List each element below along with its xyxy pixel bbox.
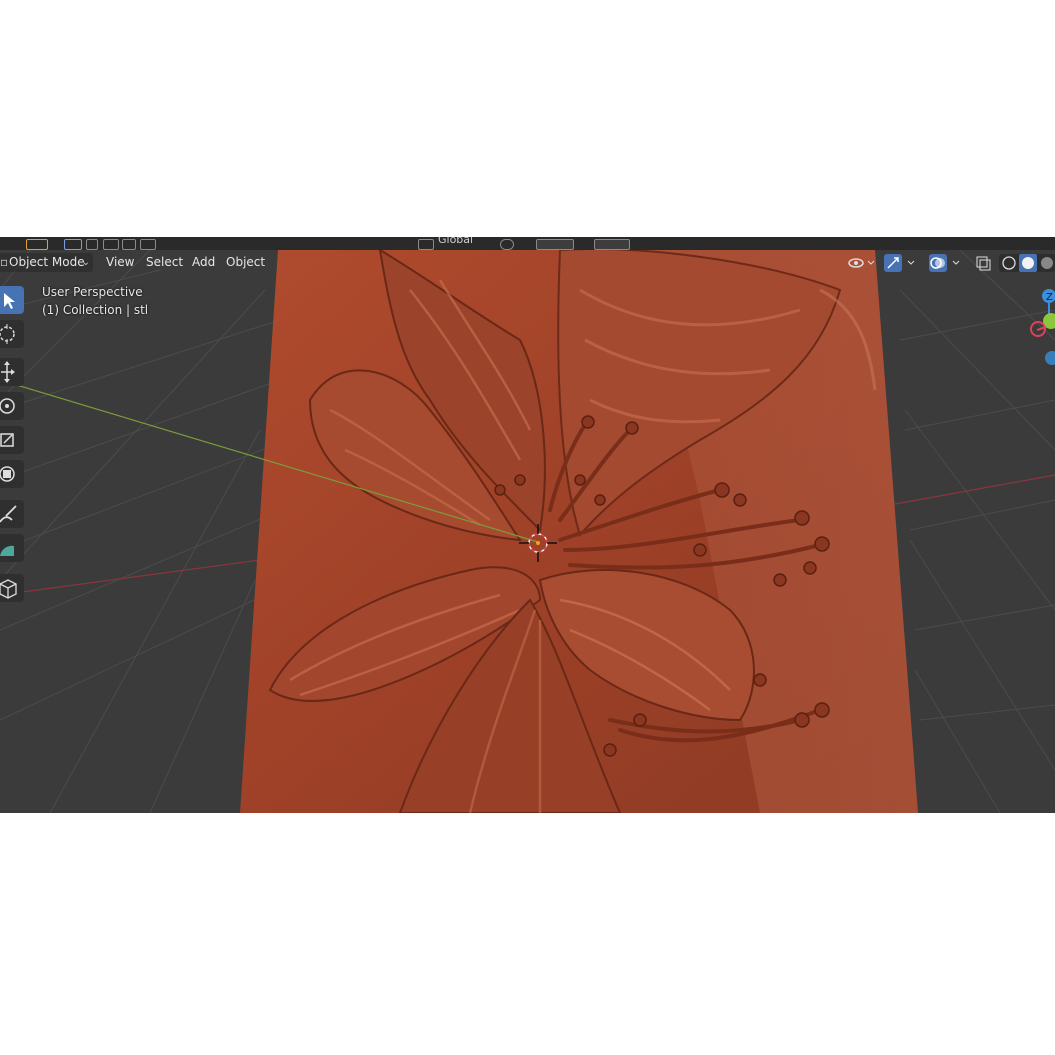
menu-select[interactable]: Select: [140, 253, 189, 272]
chevron-down-icon: ⌄: [81, 257, 90, 268]
menu-add[interactable]: Add: [186, 253, 221, 272]
snap-icon[interactable]: [536, 239, 574, 250]
gizmo-toggle-icon[interactable]: [884, 254, 902, 272]
transform-tool[interactable]: [0, 460, 24, 488]
navigation-gizmo[interactable]: Z: [1015, 286, 1055, 386]
select-intersect-icon[interactable]: [140, 239, 156, 250]
menu-view[interactable]: View: [100, 253, 140, 272]
pivot-icon[interactable]: [500, 239, 514, 250]
shading-modes: [999, 254, 1055, 272]
solid-shading-icon[interactable]: [1022, 257, 1034, 269]
scale-tool[interactable]: [0, 426, 24, 454]
wireframe-shading-icon[interactable]: [1002, 256, 1016, 270]
material-shading-icon[interactable]: [1041, 257, 1053, 269]
transform-orientation[interactable]: Global: [438, 237, 473, 246]
select-box-tool[interactable]: [0, 286, 24, 314]
move-arrows-icon: [1, 361, 15, 383]
rotate-icon: [0, 398, 15, 414]
rotate-tool[interactable]: [0, 392, 24, 420]
proportional-edit-icon[interactable]: [594, 239, 630, 250]
blender-window: Global User Perspective (1) Collection |…: [0, 237, 1055, 813]
visibility-eye-icon[interactable]: [847, 254, 865, 272]
3d-viewport[interactable]: User Perspective (1) Collection | stl Z: [0, 250, 1055, 813]
mode-icon: ▫: [0, 255, 9, 269]
scale-icon: [0, 433, 14, 447]
viewport-header: ▫ Object Mode ⌄ View Select Add Object: [0, 250, 1055, 276]
crosshair-icon: [0, 324, 15, 344]
mode-selector[interactable]: ▫ Object Mode ⌄: [0, 253, 93, 272]
mode-label: Object Mode: [9, 255, 85, 269]
select-mode-icon[interactable]: [26, 239, 48, 250]
neg-z-axis-handle[interactable]: [1045, 351, 1055, 365]
cursor-tool[interactable]: [0, 320, 24, 348]
add-cube-tool[interactable]: [0, 574, 24, 602]
select-new-icon[interactable]: [64, 239, 82, 250]
orientation-icon: [418, 239, 434, 250]
select-subtract-icon[interactable]: [103, 239, 119, 250]
measure-tool[interactable]: [0, 534, 24, 562]
cube-icon: [0, 579, 17, 599]
chevron-down-icon[interactable]: [866, 254, 876, 272]
annotate-tool[interactable]: [0, 500, 24, 528]
menu-object[interactable]: Object: [220, 253, 271, 272]
viewport-scene: [0, 250, 1055, 813]
z-axis-label: Z: [1046, 292, 1053, 303]
chevron-down-icon[interactable]: [951, 254, 961, 272]
move-tool[interactable]: [0, 358, 24, 386]
select-invert-icon[interactable]: [122, 239, 136, 250]
overlays-toggle-icon[interactable]: [929, 254, 947, 272]
select-extend-icon[interactable]: [86, 239, 98, 250]
chevron-down-icon[interactable]: [906, 254, 916, 272]
measure-icon: [0, 545, 14, 556]
xray-toggle-icon[interactable]: [974, 254, 992, 272]
view-name: User Perspective: [42, 285, 143, 299]
transform-icon: [0, 466, 15, 482]
collection-label: (1) Collection | stl: [42, 303, 149, 317]
select-cursor-icon: [4, 293, 15, 309]
annotate-pencil-icon: [0, 505, 17, 523]
tool-settings-bar: Global: [0, 237, 1055, 250]
